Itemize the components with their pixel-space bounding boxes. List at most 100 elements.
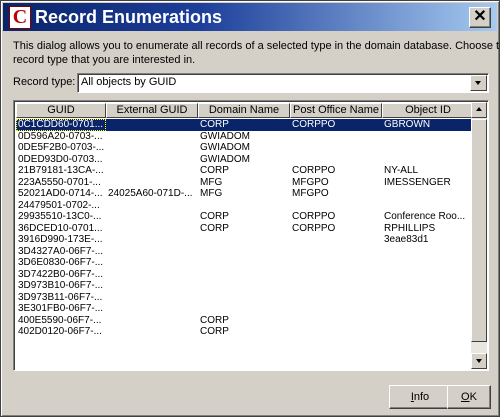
cell-post-office-name: MFGPO [292, 176, 329, 188]
cell-guid: 0C1CDD60-0701... [16, 119, 106, 131]
record-enumerations-dialog: C Record Enumerations ✕ This dialog allo… [0, 0, 500, 417]
cell-external-guid [106, 315, 198, 327]
column-header-external-guid[interactable]: External GUID [106, 103, 198, 118]
table-row[interactable]: 3D6E0830-06F7-... [16, 257, 472, 269]
cell-external-guid [106, 269, 198, 281]
vertical-scrollbar[interactable] [471, 102, 487, 369]
cell-object-id [382, 315, 472, 327]
table-row[interactable]: 0D596A20-0703-... GWIADOM [16, 131, 472, 143]
cell-domain-name [198, 246, 290, 258]
cell-guid: 21B79181-13CA-... [18, 165, 104, 176]
table-row[interactable]: 3D973B11-06F7-... [16, 292, 472, 304]
cell-domain-name [198, 234, 290, 246]
cell-object-id: GBROWN [384, 119, 431, 130]
cell-post-office-name [290, 246, 382, 258]
table-row[interactable]: 0DE5F2B0-0703-... GWIADOM [16, 142, 472, 154]
close-icon: ✕ [473, 8, 487, 25]
cell-guid: 3D6E0830-06F7-... [18, 257, 104, 268]
cell-post-office-name: CORPPO [292, 119, 336, 130]
table-row[interactable]: 402D0120-06F7-... CORP [16, 326, 472, 338]
title-bar[interactable]: C Record Enumerations ✕ [3, 3, 497, 31]
records-list[interactable]: GUID External GUID Domain Name Post Offi… [13, 100, 489, 371]
cell-guid: 3E301FB0-06F7-... [18, 303, 104, 314]
arrow-up-icon [476, 107, 482, 111]
cell-domain-name: CORP [200, 211, 229, 222]
list-rows: 0C1CDD60-0701... CORP CORPPO GBROWN 0D596A20… [16, 119, 472, 338]
cell-external-guid [106, 257, 198, 269]
cell-external-guid [106, 131, 198, 143]
cell-guid: 36DCED10-0701... [18, 222, 103, 234]
column-header-object-id[interactable]: Object ID [382, 103, 474, 118]
cell-external-guid [106, 177, 198, 189]
cell-object-id [382, 154, 472, 166]
table-row[interactable]: 3D7422B0-06F7-... [16, 269, 472, 281]
description-line-2: record type that you are interested in. [13, 54, 196, 66]
cell-domain-name: CORP [200, 326, 229, 337]
cell-external-guid [106, 211, 198, 223]
close-button[interactable]: ✕ [469, 7, 491, 28]
table-row[interactable]: 3E301FB0-06F7-... [16, 303, 472, 315]
cell-guid: 0DED93D0-0703... [18, 153, 103, 165]
cell-guid: 402D0120-06F7-... [18, 326, 102, 337]
table-row[interactable]: 24479501-0702-... [16, 200, 472, 212]
list-header: GUID External GUID Domain Name Post Offi… [16, 103, 474, 118]
cell-post-office-name: CORPPO [292, 222, 336, 234]
table-row[interactable]: 400E5590-06F7-... CORP [16, 315, 472, 327]
cell-domain-name [198, 257, 290, 269]
cell-object-id [382, 188, 472, 200]
column-header-post-office-name[interactable]: Post Office Name [290, 103, 382, 118]
arrow-down-icon [476, 359, 482, 363]
table-row[interactable]: 29935510-13C0-... CORP CORPPO Conference Ro… [16, 211, 472, 223]
description-line-1: This dialog allows you to enumerate all … [13, 40, 500, 52]
cell-object-id [382, 131, 472, 143]
cell-domain-name: GWIADOM [200, 130, 250, 142]
table-row[interactable]: 52021AD0-0714-... 24025A60-071D-... MFG MFG… [16, 188, 472, 200]
cell-domain-name: GWIADOM [200, 142, 250, 153]
cell-domain-name: CORP [200, 165, 229, 176]
cell-domain-name: CORP [200, 119, 229, 130]
cell-domain-name: CORP [200, 314, 229, 326]
cell-external-guid [106, 292, 198, 304]
record-type-dropdown[interactable]: All objects by GUID [77, 73, 489, 93]
cell-external-guid [106, 223, 198, 235]
table-row[interactable]: 3D973B10-06F7-... [16, 280, 472, 292]
table-row[interactable]: 0DED93D0-0703... GWIADOM [16, 154, 472, 166]
cell-domain-name [198, 280, 290, 292]
table-row[interactable]: 21B79181-13CA-... CORP CORPPO NY-ALL [16, 165, 472, 177]
scroll-down-button[interactable] [471, 353, 487, 369]
scroll-up-button[interactable] [471, 102, 487, 118]
column-header-domain-name[interactable]: Domain Name [198, 103, 290, 118]
cell-object-id: 3eae83d1 [384, 234, 429, 245]
cell-object-id: RPHILLIPS [384, 222, 436, 234]
column-header-guid[interactable]: GUID [16, 103, 106, 118]
cell-external-guid [106, 119, 198, 131]
cell-external-guid [106, 200, 198, 212]
table-row[interactable]: 3D4327A0-06F7-... [16, 246, 472, 258]
scroll-thumb[interactable] [471, 119, 487, 342]
info-button[interactable]: Info [389, 385, 451, 409]
cell-object-id: Conference Roo... [384, 211, 466, 222]
cell-object-id [382, 142, 472, 154]
cell-guid: 52021AD0-0714-... [18, 188, 103, 199]
cell-guid: 3D4327A0-06F7-... [18, 245, 104, 257]
cell-post-office-name [290, 257, 382, 269]
cell-guid: 223A5550-0701-... [18, 176, 101, 188]
cell-object-id [382, 257, 472, 269]
cell-domain-name [198, 303, 290, 315]
record-type-label: Record type: [13, 76, 76, 88]
table-row[interactable]: 36DCED10-0701... CORP CORPPO RPHILLIPS [16, 223, 472, 235]
dropdown-button[interactable] [470, 75, 487, 91]
table-row[interactable]: 3916D990-173E-... 3eae83d1 [16, 234, 472, 246]
cell-domain-name [198, 200, 290, 212]
cell-post-office-name: MFGPO [292, 188, 329, 199]
app-logo-icon: C [9, 6, 31, 29]
cell-guid: 400E5590-06F7-... [18, 314, 102, 326]
cell-object-id [382, 326, 472, 338]
table-row[interactable]: 0C1CDD60-0701... CORP CORPPO GBROWN [16, 119, 472, 131]
cell-guid: 3D7422B0-06F7-... [18, 268, 104, 280]
cell-domain-name [198, 292, 290, 304]
table-row[interactable]: 223A5550-0701-... MFG MFGPO IMESSENGER [16, 177, 472, 189]
cell-domain-name: MFG [200, 188, 223, 199]
ok-button[interactable]: OK [447, 385, 491, 409]
cell-post-office-name [290, 303, 382, 315]
